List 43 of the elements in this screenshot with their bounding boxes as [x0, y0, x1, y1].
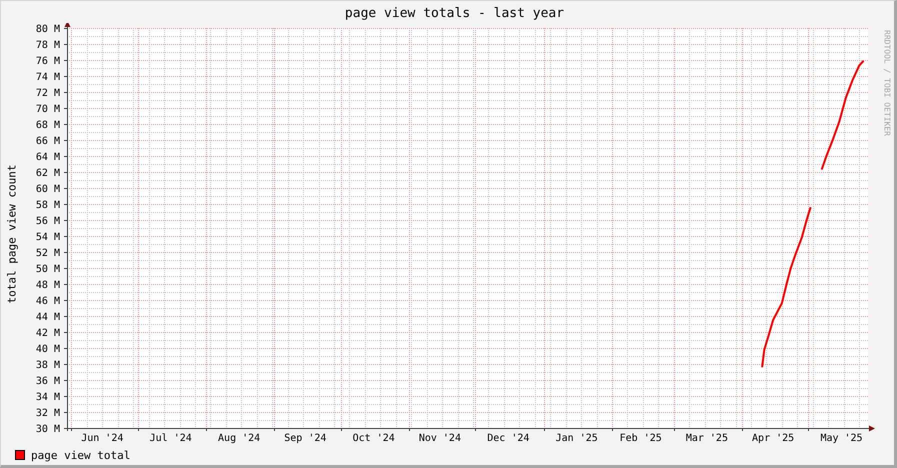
axis-tick-label: 48 M — [36, 280, 60, 291]
axis-tick-label: 52 M — [36, 248, 60, 259]
arrowhead-icon — [869, 426, 875, 432]
chart-title: page view totals - last year — [344, 4, 566, 22]
axis-tick-label: 40 M — [36, 344, 60, 355]
legend-label: page view total — [31, 448, 130, 462]
axis-tick-label: 66 M — [36, 136, 60, 147]
axis-tick-label: 56 M — [36, 216, 60, 227]
axis-tick-label: May '25 — [820, 433, 863, 444]
axis-tick-label: 80 M — [36, 24, 60, 35]
axis-tick-label: 72 M — [36, 88, 60, 99]
axis-tick-label: Oct '24 — [352, 433, 395, 444]
axis-tick-label: Apr '25 — [752, 433, 794, 444]
axis-tick-label: 30 M — [36, 424, 60, 435]
axis-tick-label: 74 M — [36, 72, 60, 83]
axis-tick-label: 70 M — [36, 104, 60, 115]
credit-text: RRDTOOL / TOBI OETIKER — [882, 30, 892, 136]
axis-tick-label: 50 M — [36, 264, 60, 275]
axis-tick-label: 64 M — [36, 152, 60, 163]
axis-tick-label: Mar '25 — [686, 433, 728, 444]
axis-tick-label: 58 M — [36, 200, 60, 211]
axis-tick-label: Aug '24 — [218, 433, 260, 444]
y-axis-label: total page view count — [5, 164, 18, 304]
axis-tick-label: 32 M — [36, 408, 60, 419]
axis-tick-label: 34 M — [36, 392, 60, 403]
axis-tick-label: 38 M — [36, 360, 60, 371]
axis-tick-label: 42 M — [36, 328, 60, 339]
axis-tick-label: Jan '25 — [556, 433, 598, 444]
axis-tick-label: Sep '24 — [284, 433, 326, 444]
axis-tick-label: 44 M — [36, 312, 60, 323]
axis-tick-label: Dec '24 — [487, 433, 530, 444]
axis-tick-label: Feb '25 — [620, 433, 662, 444]
axis-tick-label: 76 M — [36, 56, 60, 67]
axis-tick-label: 68 M — [36, 120, 60, 131]
axis-tick-label: 78 M — [36, 40, 60, 51]
axis-tick-label: 62 M — [36, 168, 60, 179]
axis-tick-label: 54 M — [36, 232, 60, 243]
axis-tick-label: Nov '24 — [418, 433, 461, 444]
axis-tick-label: 46 M — [36, 296, 60, 307]
axis-tick-label: Jul '24 — [150, 433, 192, 444]
axis-tick-label: 60 M — [36, 184, 60, 195]
axis-tick-label: Jun '24 — [81, 433, 124, 444]
axis-tick-label: 36 M — [36, 376, 60, 387]
